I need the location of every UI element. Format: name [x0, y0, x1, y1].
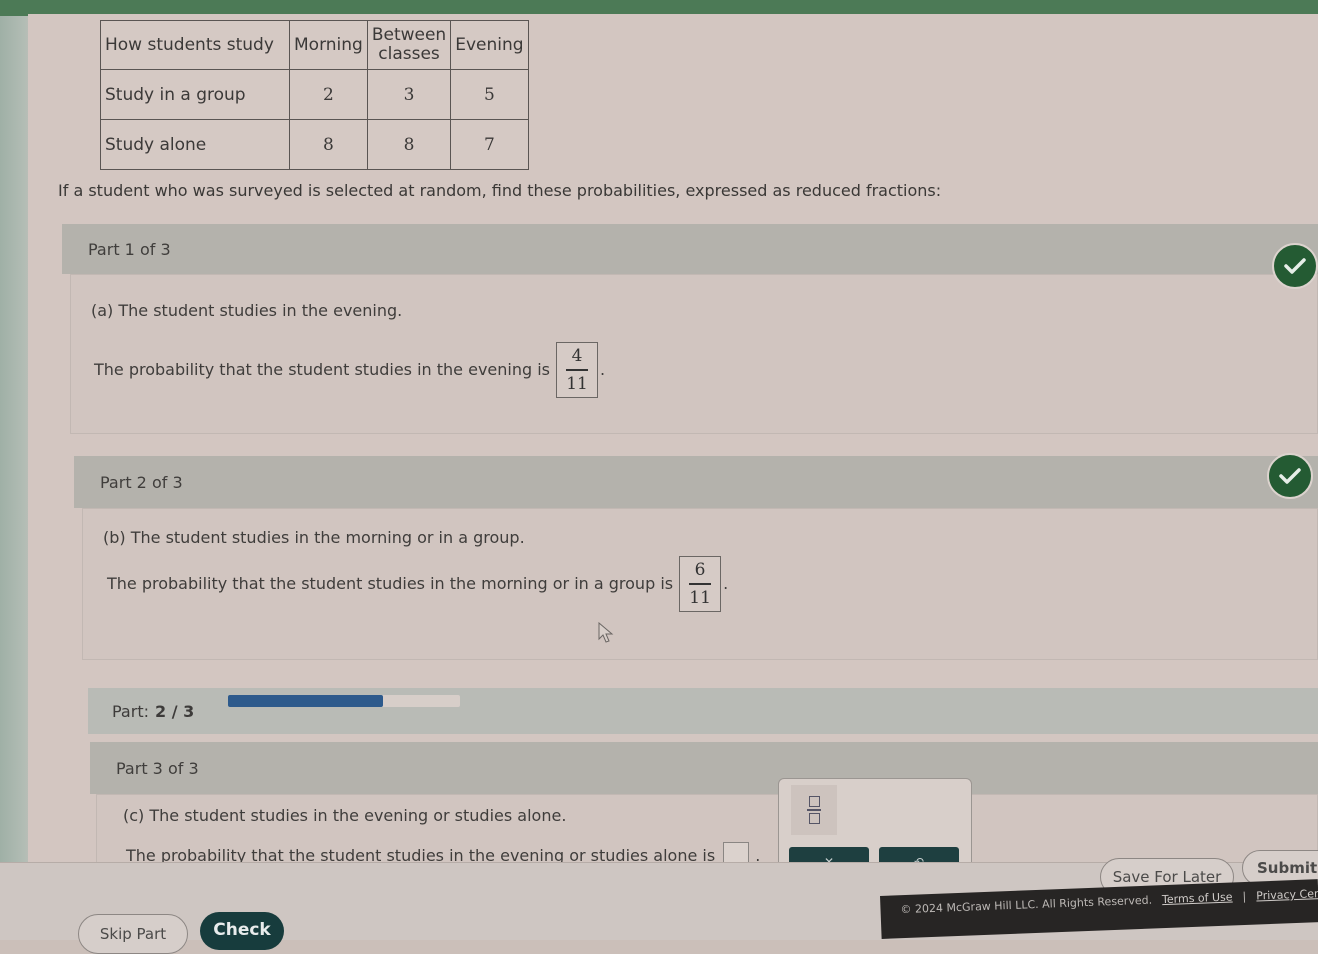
part-1-answer-line: The probability that the student studies…	[94, 342, 605, 398]
fraction-template-line	[807, 809, 821, 811]
table-cell: 2	[289, 69, 368, 120]
correct-check-icon	[1267, 453, 1313, 499]
study-data-table: How students study Morning Between class…	[100, 20, 529, 170]
table-cell: 7	[450, 119, 529, 170]
table-row: Study in a group 2 3 5	[100, 69, 529, 120]
denominator: 11	[566, 373, 588, 394]
check-button[interactable]: Check	[200, 912, 284, 950]
part-2-answer-line: The probability that the student studies…	[107, 556, 728, 612]
table-header-cell: Morning	[289, 20, 368, 70]
privacy-center-link[interactable]: Privacy Center	[1256, 886, 1318, 902]
table-header-cell: Between classes	[366, 20, 452, 70]
denominator: 11	[689, 587, 711, 608]
table-cell: 3	[366, 69, 452, 120]
mouse-cursor-icon	[598, 622, 614, 643]
correct-check-icon	[1272, 243, 1318, 289]
footer-separator: |	[1242, 889, 1247, 904]
fraction-template-button[interactable]	[791, 785, 837, 835]
copyright-text: © 2024 McGraw Hill LLC. All Rights Reser…	[900, 893, 1153, 917]
period: .	[723, 574, 729, 594]
math-input-palette: ✕ ↶	[778, 778, 972, 872]
progress-track	[228, 695, 460, 707]
part-2-answer-prefix: The probability that the student studies…	[107, 574, 674, 594]
table-cell: 8	[289, 119, 368, 170]
part-2-answer-fraction: 6 11	[679, 556, 722, 612]
table-row-label: Study in a group	[100, 69, 290, 120]
part-1-answer-fraction: 4 11	[556, 342, 599, 398]
table-row-label: Study alone	[100, 119, 290, 170]
table-row: Study alone 8 8 7	[100, 119, 529, 170]
part-2-header: Part 2 of 3	[74, 456, 1318, 508]
progress-label: Part:	[112, 701, 149, 721]
table-header-cell: How students study	[100, 20, 290, 70]
part-3-header: Part 3 of 3	[90, 742, 1318, 794]
numerator: 4	[571, 346, 583, 366]
part-2-title: Part 2 of 3	[100, 472, 183, 492]
terms-of-use-link[interactable]: Terms of Use	[1162, 890, 1233, 906]
fraction-bar	[689, 583, 712, 585]
fraction-template-icon	[808, 796, 820, 808]
numerator: 6	[694, 560, 706, 580]
fraction-template-icon	[808, 812, 820, 824]
fraction-bar	[566, 369, 589, 371]
part-progress: Part: 2 / 3	[88, 688, 1318, 734]
progress-count: 2 / 3	[154, 701, 195, 721]
part-1-answer-prefix: The probability that the student studies…	[94, 360, 551, 380]
progress-fill	[228, 695, 383, 707]
skip-part-button[interactable]: Skip Part	[78, 914, 188, 954]
part-1-title: Part 1 of 3	[88, 239, 171, 259]
table-header-row: How students study Morning Between class…	[100, 20, 529, 70]
part-3-question: (c) The student studies in the evening o…	[123, 806, 567, 825]
table-header-cell: Evening	[450, 20, 529, 70]
period: .	[600, 360, 606, 380]
table-cell: 8	[366, 119, 452, 170]
instructions-text: If a student who was surveyed is selecte…	[58, 181, 942, 200]
part-3-title: Part 3 of 3	[116, 758, 199, 778]
part-2-question: (b) The student studies in the morning o…	[103, 528, 525, 547]
part-1-header: Part 1 of 3	[62, 224, 1318, 274]
part-1-question: (a) The student studies in the evening.	[91, 301, 403, 320]
table-cell: 5	[450, 69, 529, 120]
